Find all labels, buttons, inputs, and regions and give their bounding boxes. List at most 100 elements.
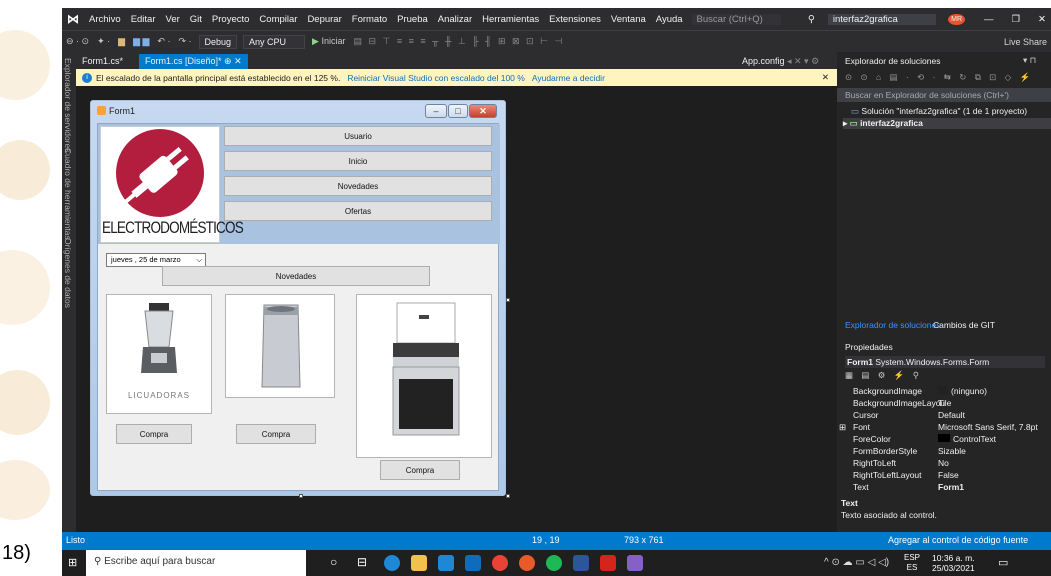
menu-item-archivo[interactable]: Archivo [84,14,126,25]
restore-icon[interactable]: ❐ [1007,14,1026,25]
system-tray-icons[interactable]: ^ ⊙ ☁ ▭ ◁ ◁) [824,557,889,568]
close-tab-icon[interactable]: ✕ [234,56,242,66]
taskbar-search-input[interactable]: ⚲ Escribe aquí para buscar [86,550,306,576]
close-icon[interactable]: ✕ [1033,14,1051,25]
novedades-button[interactable]: Novedades [162,266,430,286]
back-icon[interactable]: ⊖ · ⊙ [62,36,93,47]
menu-item-proyecto[interactable]: Proyecto [207,14,255,25]
compra-button-1[interactable]: Compra [116,424,192,444]
resize-handle[interactable] [506,298,510,302]
acrobat-icon[interactable] [600,555,616,571]
restart-link[interactable]: Reiniciar Visual Studio con escalado del… [347,73,525,83]
property-row[interactable]: BackgroundImage (ninguno) [845,386,1051,398]
property-row[interactable]: RightToLeft No [845,458,1051,470]
visual-studio-icon[interactable] [627,555,643,571]
data-sources-tab[interactable]: Orígenes de datos [63,238,73,308]
property-row[interactable]: ⊞ Font Microsoft Sans Serif, 7.8pt [839,422,1051,434]
solution-search-input[interactable]: Buscar en Explorador de soluciones (Ctrl… [837,88,1051,102]
expand-font-icon[interactable]: ⊞ [839,422,846,433]
menu-item-extensiones[interactable]: Extensiones [544,14,606,25]
undo-icon[interactable]: ↶ · [153,36,174,47]
status-position: 19 , 19 [532,535,560,545]
task-view-icon[interactable]: ⊟ [357,555,373,571]
menu-item-ventana[interactable]: Ventana [606,14,651,25]
save-icon[interactable]: ▆ ▆ [129,36,153,47]
search-icon[interactable]: ⚲ [803,14,820,25]
form-maximize-icon[interactable]: □ [448,104,468,118]
novedades-nav-button[interactable]: Novedades [224,176,492,196]
compra-button-3[interactable]: Compra [380,460,460,480]
property-row[interactable]: BackgroundImageLayou Tile [845,398,1051,410]
property-row[interactable]: ForeColor ControlText [845,434,1051,446]
word-icon[interactable] [573,555,589,571]
new-project-icon[interactable]: ✦ · [93,36,114,47]
toolbar-icons[interactable]: ▤ ⊟ ⊤ ≡ ≡ ≡ ╥ ╫ ⊥ ╟ ╢ ⊞ ⊠ ⊡ ⊢ ⊣ [349,36,568,47]
tab-form1-design[interactable]: Form1.cs [Diseño]* ⊕ ✕ [139,54,248,69]
server-explorer-tab[interactable]: Explorador de servidores [63,58,73,153]
cortana-icon[interactable]: ○ [330,555,346,571]
open-icon[interactable]: ▆ [114,36,129,47]
redo-icon[interactable]: ↷ · [174,36,195,47]
menu-item-formato[interactable]: Formato [347,14,392,25]
menu-item-compilar[interactable]: Compilar [254,14,302,25]
file-explorer-icon[interactable] [411,555,427,571]
resize-handle[interactable] [299,494,303,498]
user-avatar[interactable]: MR [948,13,965,25]
property-row[interactable]: Cursor Default [845,410,1051,422]
windows-start-icon[interactable]: ⊞ [68,556,82,570]
menu-item-git[interactable]: Git [185,14,207,25]
menu-item-herramientas[interactable]: Herramientas [477,14,544,25]
inicio-button[interactable]: Inicio [224,151,492,171]
tab-form1-cs[interactable]: Form1.cs* [76,54,129,69]
menu-item-editar[interactable]: Editar [126,14,161,25]
menu-item-analizar[interactable]: Analizar [433,14,477,25]
platform-dropdown[interactable]: Any CPU [243,34,306,49]
start-button[interactable]: ▶ Iniciar [308,36,349,47]
solution-node[interactable]: ▭ Solución "interfaz2grafica" (1 de 1 pr… [851,106,1027,117]
toolbox-tab[interactable]: Cuadro de herramientas [63,148,73,240]
minimize-icon[interactable]: — [979,14,999,25]
menu-item-ver[interactable]: Ver [161,14,185,25]
properties-toolbar-icons[interactable]: ▦ ▤ ⚙ ⚡ ⚲ [845,370,922,381]
property-row[interactable]: FormBorderStyle Sizable [845,446,1051,458]
panel-pin-icon[interactable]: ▾ ⊓ [1023,55,1036,66]
clock[interactable]: 10:36 a. m. 25/03/2021 [932,553,975,573]
properties-object-selector[interactable]: Form1 System.Windows.Forms.Form [845,356,1045,368]
live-share-button[interactable]: Live Share [1000,37,1051,47]
spotify-icon[interactable] [546,555,562,571]
tab-solution-explorer[interactable]: Explorador de soluciones [845,320,940,330]
property-row[interactable]: Text Form1 [845,482,1051,494]
tab-git-changes[interactable]: Cambios de GIT [933,320,995,330]
info-close-icon[interactable]: ✕ [822,72,829,83]
form-minimize-icon[interactable]: – [425,104,447,118]
usuario-button[interactable]: Usuario [224,126,492,146]
edge-icon[interactable] [384,555,400,571]
solution-explorer-panel: Explorador de soluciones ▾ ⊓ ⊙ ⊙ ⌂ ▤ · ⟲… [837,52,1051,532]
property-row[interactable]: RightToLeftLayout False [845,470,1051,482]
add-source-control-button[interactable]: Agregar al control de código fuente [888,535,1028,545]
form1-window[interactable]: Form1 – □ ✕ ELECTRODOMÉSTICOS Usuario In… [90,100,506,496]
config-dropdown[interactable]: Debug [198,34,238,49]
tab-overflow-icons[interactable]: ◂ ✕ ▾ ⚙ [781,54,825,69]
resize-handle[interactable] [506,494,510,498]
pin-icon[interactable]: ⊕ [224,56,232,66]
chrome-icon[interactable] [492,555,508,571]
property-name: BackgroundImageLayou [853,398,946,408]
menu-item-depurar[interactable]: Depurar [302,14,346,25]
app-icon[interactable] [519,555,535,571]
menu-item-prueba[interactable]: Prueba [392,14,433,25]
help-decide-link[interactable]: Ayudarme a decidir [532,73,605,83]
notification-icon[interactable]: ▭ [998,556,1008,569]
form-close-icon[interactable]: ✕ [469,104,497,118]
mail-icon[interactable] [465,555,481,571]
project-node[interactable]: ▸ ▭ interfaz2grafica [843,118,1051,129]
compra-button-2[interactable]: Compra [236,424,316,444]
solution-toolbar-icons[interactable]: ⊙ ⊙ ⌂ ▤ · ⟲ · ⇆ ↻ ⧉ ⊡ ◇ ⚡ [845,72,1033,83]
date-picker[interactable]: jueves , 25 de marzo ⌵ [106,253,206,267]
store-icon[interactable] [438,555,454,571]
menu-item-ayuda[interactable]: Ayuda [651,14,688,25]
language-indicator[interactable]: ESP ES [904,553,920,573]
vs-logo-icon: ⋈ [67,12,79,26]
ofertas-button[interactable]: Ofertas [224,201,492,221]
search-box[interactable]: Buscar (Ctrl+Q) [691,13,781,25]
